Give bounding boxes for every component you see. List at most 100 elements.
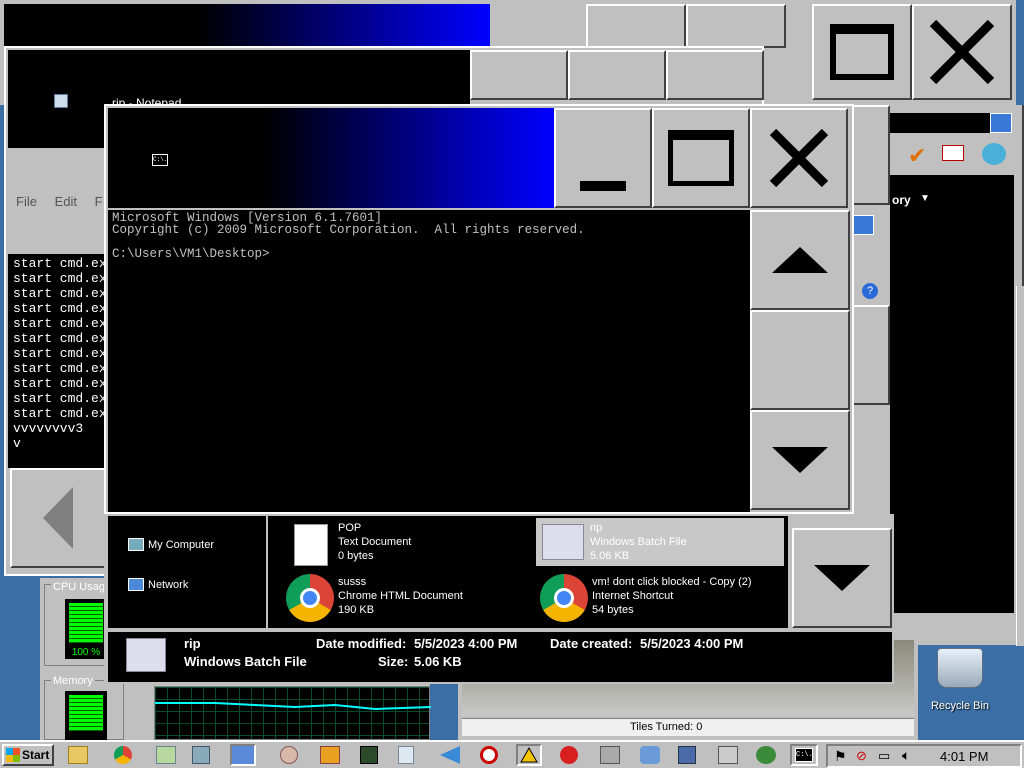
text-line: start cmd.ex (13, 361, 107, 376)
shell-icon[interactable] (982, 143, 1006, 165)
volume-icon[interactable]: 🔈︎ (902, 747, 910, 764)
text-line: start cmd.ex (13, 271, 107, 286)
chrome-taskbar-icon[interactable] (114, 746, 132, 764)
media-icon[interactable] (320, 746, 340, 764)
menu-partial-label[interactable]: ory (892, 193, 911, 207)
back-window-close-button[interactable] (686, 4, 786, 48)
scroll-thumb[interactable] (750, 310, 850, 410)
file-type: Text Document (338, 536, 412, 548)
scroll-down-button[interactable] (750, 410, 850, 510)
network-blocked-icon[interactable]: ⊘ (856, 748, 867, 764)
cmd-window: C:\. Microsoft Windows [Version 6.1.7601… (104, 104, 854, 514)
file-size: 190 KB (338, 604, 375, 616)
menu-format[interactable]: F (95, 194, 103, 209)
start-button[interactable]: Start (2, 744, 54, 766)
notepad-maximize-button[interactable] (568, 50, 666, 100)
minimize-icon (580, 181, 626, 191)
back-window-titlebar[interactable] (4, 4, 490, 46)
scroll-up-button[interactable] (750, 210, 850, 310)
cmd-scrollbar[interactable] (750, 210, 850, 512)
file-type: Internet Shortcut (592, 590, 674, 602)
file-name: POP (338, 522, 362, 534)
arrow-down-icon (772, 447, 828, 473)
file-item-pop[interactable]: POP Text Document 0 bytes (286, 520, 526, 570)
nav-item-label: My Computer (148, 538, 215, 551)
nav-item-my-computer[interactable]: My Computer (128, 538, 214, 551)
taskbar-monitor-icon[interactable] (230, 744, 256, 766)
system-tray: ⚑ ⊘ ▭ 🔈︎ 4:01 PM (826, 744, 1022, 768)
details-type: Windows Batch File (184, 654, 307, 669)
memory-meter (65, 691, 107, 741)
file-item-rip[interactable]: rip Windows Batch File 5.06 KB (536, 518, 784, 566)
recycle-bin-label: Recycle Bin (930, 700, 990, 712)
search-icon[interactable] (990, 113, 1012, 133)
back-window-close-button-2[interactable] (912, 4, 1012, 100)
cmd-console[interactable]: Microsoft Windows [Version 6.1.7601] Cop… (108, 210, 750, 512)
console-prompt: C:\Users\VM1\Desktop> (112, 247, 270, 261)
checkmark-icon[interactable]: ✔ (908, 143, 926, 169)
menu-file[interactable]: File (16, 194, 37, 209)
computer-icon (128, 538, 144, 551)
file-name: vm! dont click blocked - Copy (2) (592, 576, 752, 588)
notepad-menu-bar: File Edit F (16, 194, 116, 214)
network-taskbar-icon[interactable] (192, 746, 210, 764)
power-icon[interactable]: ▭ (878, 748, 890, 764)
file-item-susss[interactable]: susss Chrome HTML Document 190 KB (286, 574, 526, 624)
printer-icon[interactable] (600, 746, 620, 764)
blocked-icon[interactable] (480, 746, 498, 764)
arrow-down-icon (814, 565, 870, 591)
text-line: start cmd.ex (13, 316, 107, 331)
users-icon[interactable] (156, 746, 176, 764)
cpu-meter-fill (69, 603, 103, 643)
devices-icon[interactable] (718, 746, 738, 764)
details-size: 5.06 KB (414, 654, 462, 669)
file-name: susss (338, 576, 367, 588)
file-size: 54 bytes (592, 604, 634, 616)
memory-group: Memory (44, 675, 124, 741)
calculator-icon[interactable] (678, 746, 696, 764)
middle-scroll-up-button[interactable] (850, 305, 890, 405)
text-line: v (13, 436, 21, 451)
folder-icon[interactable] (68, 746, 88, 764)
memory-history-line (155, 702, 431, 711)
cmd-taskbar-button[interactable]: C:\. (790, 744, 818, 766)
notepad-taskbar-icon[interactable] (398, 746, 414, 764)
notepad-text-area[interactable]: start cmd.ex start cmd.ex start cmd.ex s… (8, 254, 108, 468)
file-size: 5.06 KB (590, 550, 630, 562)
explorer-scroll-down-button[interactable] (792, 528, 892, 628)
paint-icon[interactable] (280, 746, 298, 764)
sync-icon[interactable] (640, 746, 660, 764)
windows-logo-icon (6, 748, 20, 762)
cpu-value: 100 % (71, 647, 101, 658)
explorer-dark-area: ory ▼ (890, 175, 1014, 613)
explorer-details-pane: rip Windows Batch File Date modified: 5/… (108, 632, 892, 682)
cmd-titlebar[interactable]: C:\. (108, 108, 554, 208)
mail-icon[interactable] (942, 145, 964, 161)
text-line: start cmd.ex (13, 391, 107, 406)
file-item-vm-shortcut[interactable]: vm! dont click blocked - Copy (2) Intern… (540, 574, 784, 624)
explorer-search-box[interactable] (890, 113, 990, 133)
record-icon[interactable] (560, 746, 578, 764)
menu-edit[interactable]: Edit (55, 194, 77, 209)
chevron-down-icon: ▼ (920, 193, 930, 204)
flag-icon[interactable]: ⚑ (834, 748, 847, 765)
text-line: start cmd.ex (13, 331, 107, 346)
recycle-bin[interactable]: Recycle Bin (925, 648, 995, 718)
maximize-icon (830, 24, 894, 80)
help-icon[interactable]: ? (862, 283, 878, 299)
cmd-minimize-button[interactable] (554, 108, 652, 208)
back-window-maximize-button[interactable] (812, 4, 912, 100)
game-status-bar: Tiles Turned: 0 (462, 718, 914, 736)
cmd-close-button[interactable] (750, 108, 848, 208)
vscode-icon[interactable] (440, 746, 460, 764)
game-taskbar-icon[interactable] (756, 746, 776, 764)
back-window-minimize-button[interactable] (586, 4, 686, 48)
notepad-minimize-button[interactable] (470, 50, 568, 100)
terminal-icon[interactable] (360, 746, 378, 764)
cmd-maximize-button[interactable] (652, 108, 750, 208)
notepad-close-button[interactable] (666, 50, 764, 100)
clock[interactable]: 4:01 PM (940, 749, 988, 764)
nav-item-network[interactable]: Network (128, 578, 188, 591)
notepad-scroll-left-button[interactable] (10, 468, 108, 568)
warning-icon[interactable] (516, 744, 542, 766)
